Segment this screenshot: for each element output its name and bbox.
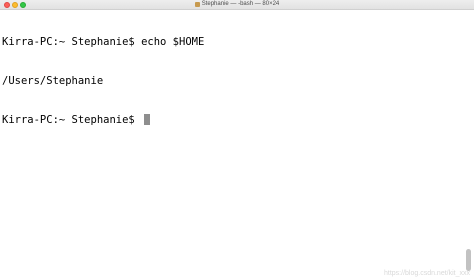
terminal-output[interactable]: Kirra-PC:~ Stephanie$ echo $HOME /Users/…	[2, 10, 462, 270]
shell-prompt: Kirra-PC:~ Stephanie$	[2, 114, 142, 126]
prompt-line[interactable]: Kirra-PC:~ Stephanie$	[2, 114, 462, 127]
home-folder-icon	[194, 2, 200, 7]
watermark: https://blog.csdn.net/kit_xxx	[384, 270, 470, 277]
window-title-group: Stephanie — -bash — 80×24	[0, 0, 474, 9]
terminal-line: /Users/Stephanie	[2, 75, 104, 87]
terminal-line: Kirra-PC:~ Stephanie$ echo $HOME	[2, 36, 205, 48]
window-title: Stephanie — -bash — 80×24	[201, 1, 280, 7]
vertical-scrollbar[interactable]	[466, 249, 471, 271]
title-bar[interactable]: Stephanie — -bash — 80×24	[0, 0, 474, 10]
text-cursor	[144, 114, 151, 125]
terminal-window: Stephanie — -bash — 80×24 Kirra-PC:~ Ste…	[0, 0, 474, 279]
